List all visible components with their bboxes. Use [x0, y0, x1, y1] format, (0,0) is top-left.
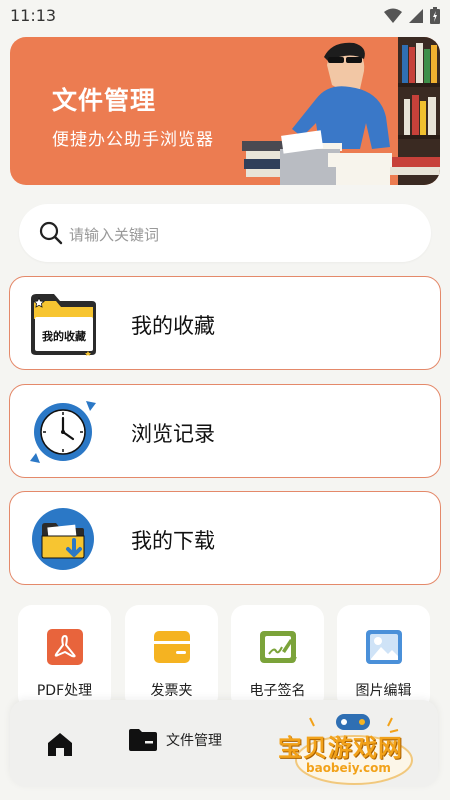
- menu-label-history: 浏览记录: [131, 422, 215, 446]
- wallet-icon: [154, 631, 190, 663]
- search-bar[interactable]: 请输入关键词: [19, 204, 431, 262]
- office-worker-illustration: [242, 37, 440, 185]
- folder-favorites-icon: 我的收藏: [31, 294, 96, 356]
- tool-label-image-edit: 图片编辑: [355, 683, 412, 699]
- menu-label-downloads: 我的下载: [131, 529, 215, 553]
- home-icon[interactable]: [46, 731, 74, 757]
- folder-icon: [129, 729, 157, 751]
- status-bar: 11:13: [0, 0, 450, 32]
- image-icon: [366, 630, 402, 664]
- menu-label-favorites: 我的收藏: [131, 314, 215, 338]
- banner[interactable]: 文件管理 便捷办公助手浏览器: [10, 37, 440, 185]
- menu-item-favorites[interactable]: 我的收藏 我的收藏: [9, 276, 441, 370]
- menu-item-downloads[interactable]: 我的下载: [9, 491, 441, 585]
- tool-pdf[interactable]: PDF处理: [18, 605, 111, 710]
- tool-label-pdf: PDF处理: [36, 683, 93, 699]
- watermark-text: 宝贝游戏网: [278, 734, 403, 762]
- status-time: 11:13: [10, 6, 57, 25]
- menu-item-history[interactable]: 浏览记录: [9, 384, 441, 478]
- status-icons: [384, 7, 440, 24]
- tool-label-invoice: 发票夹: [150, 683, 193, 699]
- tool-image-edit[interactable]: 图片编辑: [337, 605, 430, 710]
- search-icon: [39, 221, 63, 245]
- clock-history-icon: [30, 401, 96, 463]
- search-placeholder: 请输入关键词: [69, 226, 160, 244]
- signal-icon: [409, 8, 423, 23]
- nav-files-label: 文件管理: [166, 733, 222, 749]
- banner-title: 文件管理: [52, 86, 157, 115]
- tool-label-signature: 电子签名: [249, 683, 306, 699]
- favorites-icon-text: 我的收藏: [42, 329, 86, 343]
- nav-item-files[interactable]: 文件管理: [128, 728, 222, 752]
- wifi-icon: [384, 8, 402, 23]
- banner-subtitle: 便捷办公助手浏览器: [52, 130, 214, 150]
- signature-icon: [260, 631, 297, 663]
- tool-invoice[interactable]: 发票夹: [125, 605, 218, 710]
- folder-download-icon: [32, 508, 94, 570]
- watermark-url: baobeiy.com: [306, 761, 391, 775]
- battery-icon: [430, 7, 440, 24]
- tool-signature[interactable]: 电子签名: [231, 605, 324, 710]
- pdf-icon: [47, 629, 83, 665]
- watermark: 宝贝游戏网 baobeiy.com: [270, 712, 430, 788]
